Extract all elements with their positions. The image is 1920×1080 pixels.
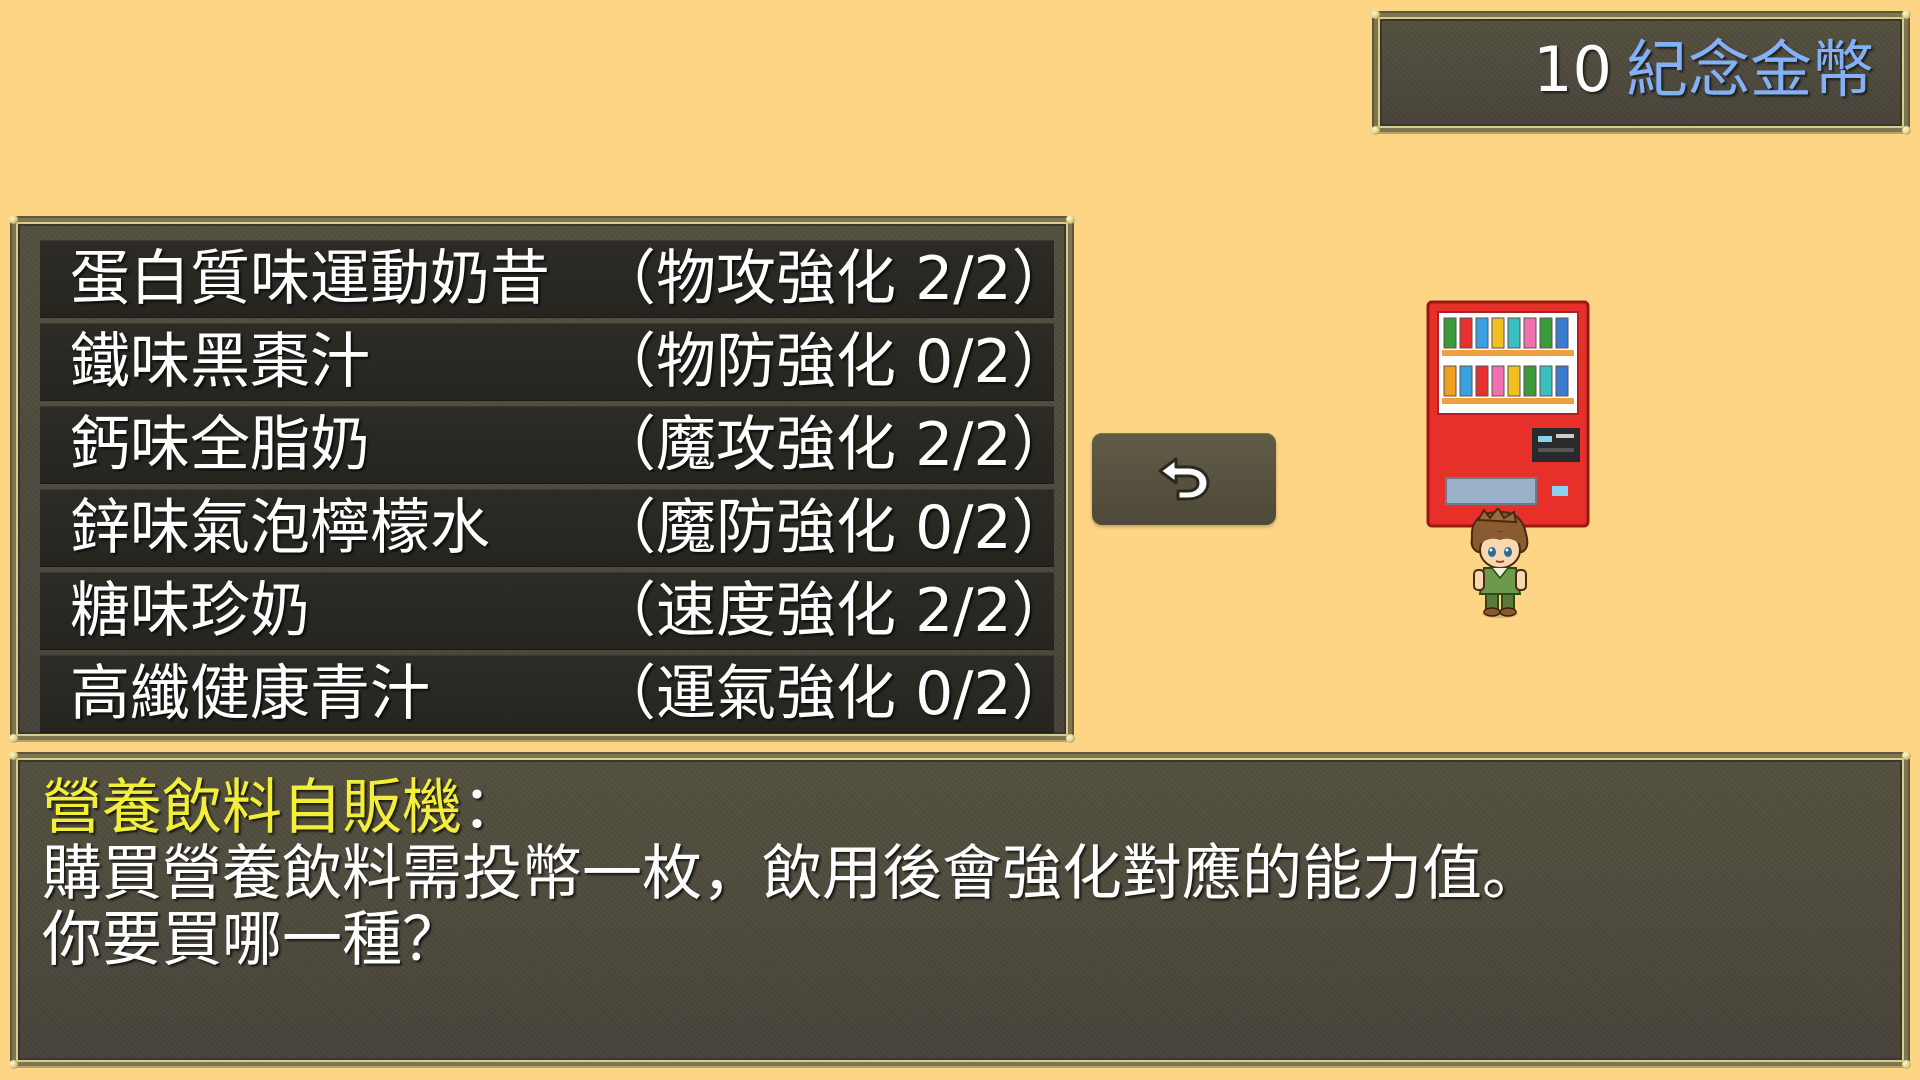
shop-item-sparkling-lemonade[interactable]: 鋅味氣泡檸檬水 （魔防強化 0/2） (40, 489, 1072, 567)
item-effect: （物攻強化 2/2） (596, 244, 1072, 314)
item-effect: （運氣強化 0/2） (596, 659, 1072, 729)
back-button[interactable] (1092, 433, 1276, 525)
frame-corner (1902, 126, 1911, 135)
currency-display: 10 紀念金幣 (1533, 39, 1874, 101)
message-text-line: 購買營養飲料需投幣一枚，飲用後會強化對應的能力值。 (42, 839, 1542, 909)
speaker-name: 營養飲料自販機 (42, 773, 462, 843)
frame-corner (9, 1060, 18, 1069)
shop-item-protein-shake[interactable]: 蛋白質味運動奶昔 （物攻強化 2/2） (40, 240, 1072, 318)
item-effect: （物防強化 0/2） (596, 327, 1072, 397)
item-name: 鋅味氣泡檸檬水 (70, 493, 490, 563)
item-effect: （速度強化 2/2） (596, 576, 1072, 646)
message-text-line: 你要買哪一種？ (42, 905, 462, 975)
frame-corner (1066, 734, 1075, 743)
frame-corner (9, 751, 18, 760)
frame-corner (1371, 10, 1380, 19)
shop-item-whole-milk[interactable]: 鈣味全脂奶 （魔攻強化 2/2） (40, 406, 1072, 484)
frame-corner (1902, 751, 1911, 760)
frame-corner (9, 734, 18, 743)
item-effect: （魔攻強化 2/2） (596, 410, 1072, 480)
shop-item-bubble-tea[interactable]: 糖味珍奶 （速度強化 2/2） (40, 572, 1072, 650)
speaker-line: 營養飲料自販機： (42, 774, 522, 842)
vending-machine-sprite (1426, 300, 1590, 528)
currency-window: 10 紀念金幣 (1371, 10, 1911, 135)
shop-item-green-juice[interactable]: 高纖健康青汁 （運氣強化 0/2） (40, 655, 1072, 733)
frame-corner (1902, 10, 1911, 19)
currency-unit: 紀念金幣 (1625, 33, 1874, 106)
frame-corner (1066, 215, 1075, 224)
player-character-sprite (1470, 508, 1529, 618)
shop-item-list-window: 蛋白質味運動奶昔 （物攻強化 2/2） 鐵味黑棗汁 （物防強化 0/2） 鈣味全… (9, 215, 1075, 743)
speaker-colon: ： (462, 773, 522, 843)
shop-item-prune-juice[interactable]: 鐵味黑棗汁 （物防強化 0/2） (40, 323, 1072, 401)
frame-corner (1902, 1060, 1911, 1069)
item-effect: （魔防強化 0/2） (596, 493, 1072, 563)
currency-amount: 10 (1533, 33, 1612, 106)
frame-corner (9, 215, 18, 224)
item-name: 鐵味黑棗汁 (70, 327, 370, 397)
return-arrow-icon (1158, 457, 1210, 501)
shop-item-list: 蛋白質味運動奶昔 （物攻強化 2/2） 鐵味黑棗汁 （物防強化 0/2） 鈣味全… (40, 240, 1072, 738)
item-name: 高纖健康青汁 (70, 659, 430, 729)
item-name: 鈣味全脂奶 (70, 410, 370, 480)
message-window: 營養飲料自販機： 購買營養飲料需投幣一枚，飲用後會強化對應的能力值。 你要買哪一… (9, 751, 1911, 1069)
item-name: 糖味珍奶 (70, 576, 310, 646)
frame-corner (1371, 126, 1380, 135)
item-name: 蛋白質味運動奶昔 (70, 244, 550, 314)
